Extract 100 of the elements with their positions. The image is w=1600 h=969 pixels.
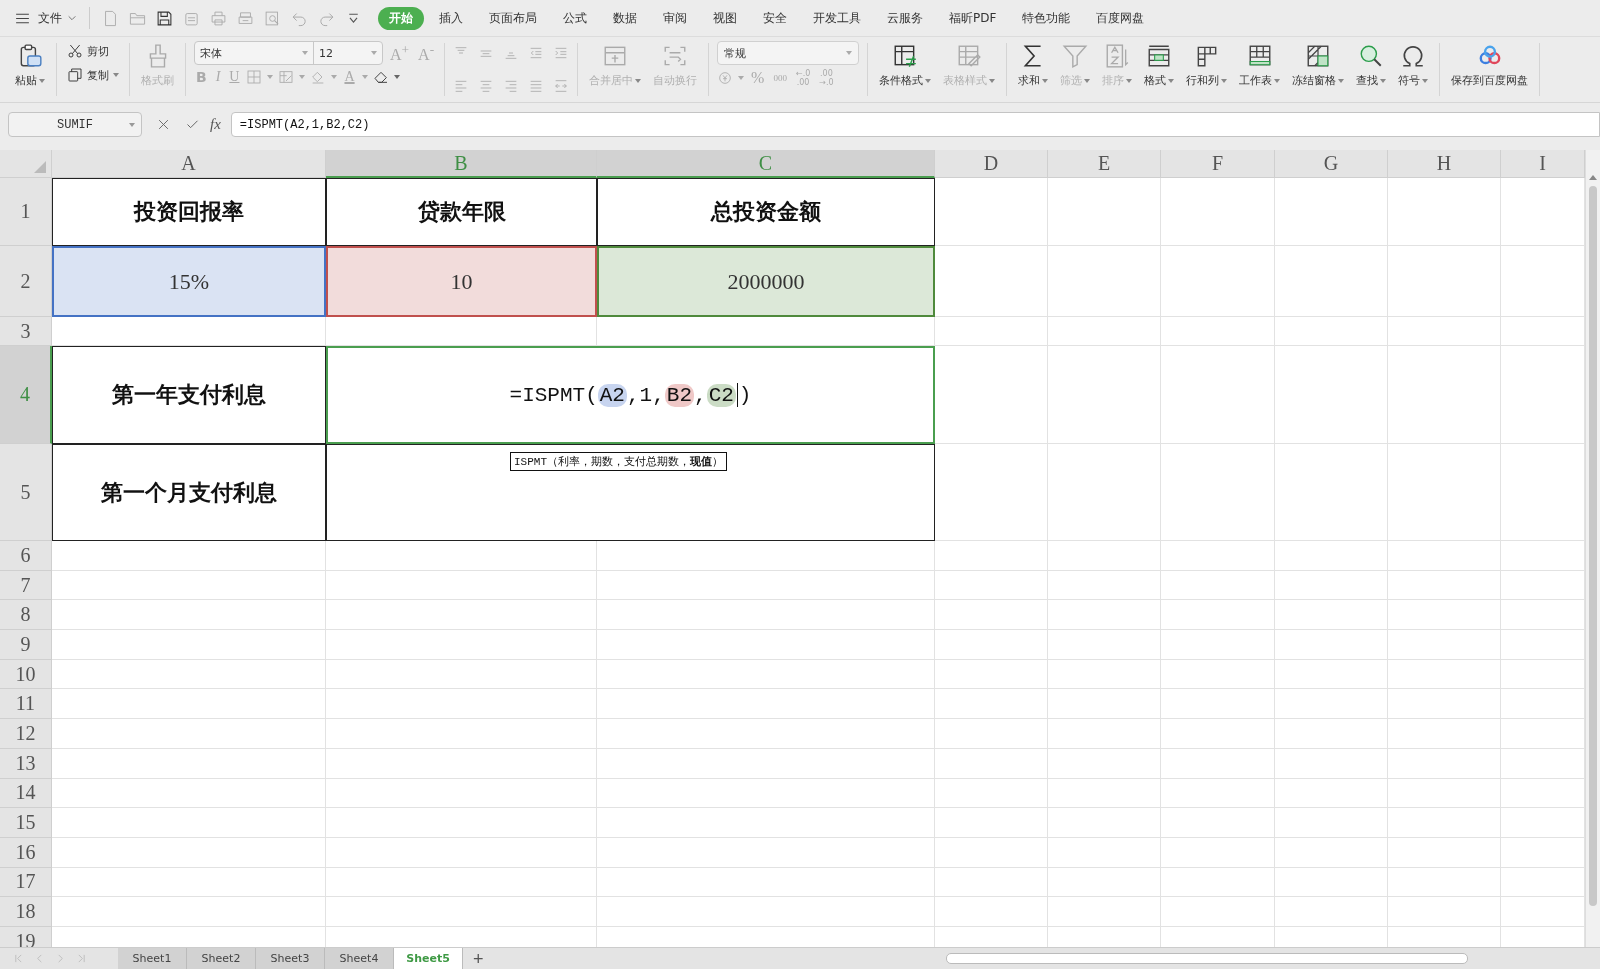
empty-cell[interactable]	[935, 570, 1048, 601]
empty-cell[interactable]	[597, 600, 935, 631]
empty-cell[interactable]	[326, 837, 597, 868]
scroll-up-icon[interactable]	[1589, 174, 1597, 180]
empty-cell[interactable]	[1388, 541, 1501, 571]
empty-cell[interactable]	[1275, 600, 1388, 631]
row-header[interactable]: 11	[0, 689, 52, 720]
empty-cell[interactable]	[935, 897, 1048, 927]
row-header[interactable]: 5	[0, 444, 52, 541]
toolbar-button[interactable]: 工作表	[1236, 41, 1284, 90]
number-format-field[interactable]: 常规	[717, 41, 860, 65]
empty-cell[interactable]	[1161, 719, 1275, 749]
row-header[interactable]: 14	[0, 778, 52, 809]
empty-cell[interactable]	[1048, 808, 1161, 838]
empty-cell[interactable]	[1161, 444, 1275, 541]
ribbon-tab[interactable]: 插入	[428, 6, 474, 30]
empty-cell[interactable]	[597, 748, 935, 779]
empty-cell[interactable]	[1275, 570, 1388, 601]
empty-cell[interactable]	[1161, 346, 1275, 444]
empty-cell[interactable]	[326, 897, 597, 927]
ribbon-tab[interactable]: 百度网盘	[1085, 6, 1156, 30]
printer-icon[interactable]	[237, 9, 254, 27]
row-header[interactable]: 1	[0, 178, 52, 246]
empty-cell[interactable]	[1388, 600, 1501, 631]
empty-cell[interactable]	[1388, 346, 1501, 444]
toolbar-button[interactable]: 求和	[1015, 41, 1052, 90]
insert-function-button[interactable]: fx	[208, 116, 223, 133]
column-header[interactable]: G	[1275, 150, 1388, 178]
empty-cell[interactable]	[1275, 867, 1388, 898]
empty-cell[interactable]	[326, 867, 597, 898]
empty-cell[interactable]	[597, 837, 935, 868]
empty-cell[interactable]	[1161, 659, 1275, 690]
toolbar-button[interactable]: 查找	[1353, 41, 1390, 90]
empty-cell[interactable]	[326, 689, 597, 720]
empty-cell[interactable]	[597, 897, 935, 927]
empty-cell[interactable]	[326, 808, 597, 838]
triangle-icon[interactable]	[34, 161, 46, 173]
empty-cell[interactable]	[935, 748, 1048, 779]
preview-icon[interactable]	[264, 9, 281, 27]
row-header[interactable]: 3	[0, 317, 52, 346]
empty-cell[interactable]	[935, 541, 1048, 571]
empty-cell[interactable]	[597, 867, 935, 898]
printer-icon[interactable]	[210, 9, 227, 27]
empty-cell[interactable]	[1275, 778, 1388, 809]
column-header[interactable]: D	[935, 150, 1048, 178]
empty-cell[interactable]	[1161, 600, 1275, 631]
ribbon-tab[interactable]: 数据	[602, 6, 648, 30]
empty-cell[interactable]	[326, 659, 597, 690]
empty-cell[interactable]	[326, 719, 597, 749]
empty-cell[interactable]	[1275, 659, 1388, 690]
empty-cell[interactable]	[326, 630, 597, 660]
empty-cell[interactable]	[1275, 748, 1388, 779]
row-header[interactable]: 10	[0, 659, 52, 690]
sheet-nav-icon[interactable]	[77, 954, 86, 963]
sheet-tab[interactable]: Sheet2	[187, 948, 256, 969]
empty-cell[interactable]	[326, 570, 597, 601]
empty-cell[interactable]	[1275, 689, 1388, 720]
row-header[interactable]: 17	[0, 867, 52, 898]
empty-cell[interactable]	[1275, 630, 1388, 660]
empty-cell[interactable]	[1048, 867, 1161, 898]
row-header[interactable]: 16	[0, 837, 52, 868]
empty-cell[interactable]	[1388, 837, 1501, 868]
name-box[interactable]: SUMIF	[8, 112, 142, 137]
empty-cell[interactable]	[1388, 778, 1501, 809]
empty-cell[interactable]	[1048, 778, 1161, 809]
empty-cell[interactable]	[1275, 897, 1388, 927]
empty-cell[interactable]	[1161, 689, 1275, 720]
empty-cell[interactable]	[1161, 808, 1275, 838]
toolbar-button[interactable]: 剪切	[65, 41, 111, 61]
empty-cell[interactable]	[597, 570, 935, 601]
sheet-tab[interactable]: Sheet5	[394, 948, 463, 969]
column-header[interactable]: I	[1501, 150, 1585, 178]
empty-cell[interactable]	[1388, 897, 1501, 927]
empty-cell[interactable]	[1161, 897, 1275, 927]
empty-cell[interactable]	[326, 600, 597, 631]
empty-cell[interactable]	[1161, 317, 1275, 346]
file-menu[interactable]: 文件	[12, 9, 77, 27]
empty-cell[interactable]	[1048, 317, 1161, 346]
empty-cell[interactable]	[1388, 659, 1501, 690]
row-header[interactable]: 2	[0, 246, 52, 317]
empty-cell[interactable]	[1275, 178, 1388, 246]
empty-cell[interactable]	[1161, 178, 1275, 246]
empty-cell[interactable]	[1388, 808, 1501, 838]
row-header[interactable]: 8	[0, 600, 52, 631]
empty-cell[interactable]	[1388, 689, 1501, 720]
empty-cell[interactable]	[1161, 837, 1275, 868]
row-header[interactable]: 6	[0, 541, 52, 571]
empty-cell[interactable]	[1161, 246, 1275, 317]
sheet-nav-icon[interactable]	[56, 954, 65, 963]
empty-cell[interactable]	[1275, 346, 1388, 444]
empty-cell[interactable]	[1275, 808, 1388, 838]
row-header[interactable]: 9	[0, 630, 52, 660]
formula-input[interactable]: =ISPMT(A2,1,B2,C2)	[230, 112, 1600, 137]
cancel-icon[interactable]	[156, 117, 171, 132]
empty-cell[interactable]	[1048, 246, 1161, 317]
empty-cell[interactable]	[1275, 541, 1388, 571]
empty-cell[interactable]	[1161, 541, 1275, 571]
vertical-scrollbar[interactable]	[1585, 150, 1600, 947]
empty-cell[interactable]	[1161, 570, 1275, 601]
empty-cell[interactable]	[1048, 541, 1161, 571]
